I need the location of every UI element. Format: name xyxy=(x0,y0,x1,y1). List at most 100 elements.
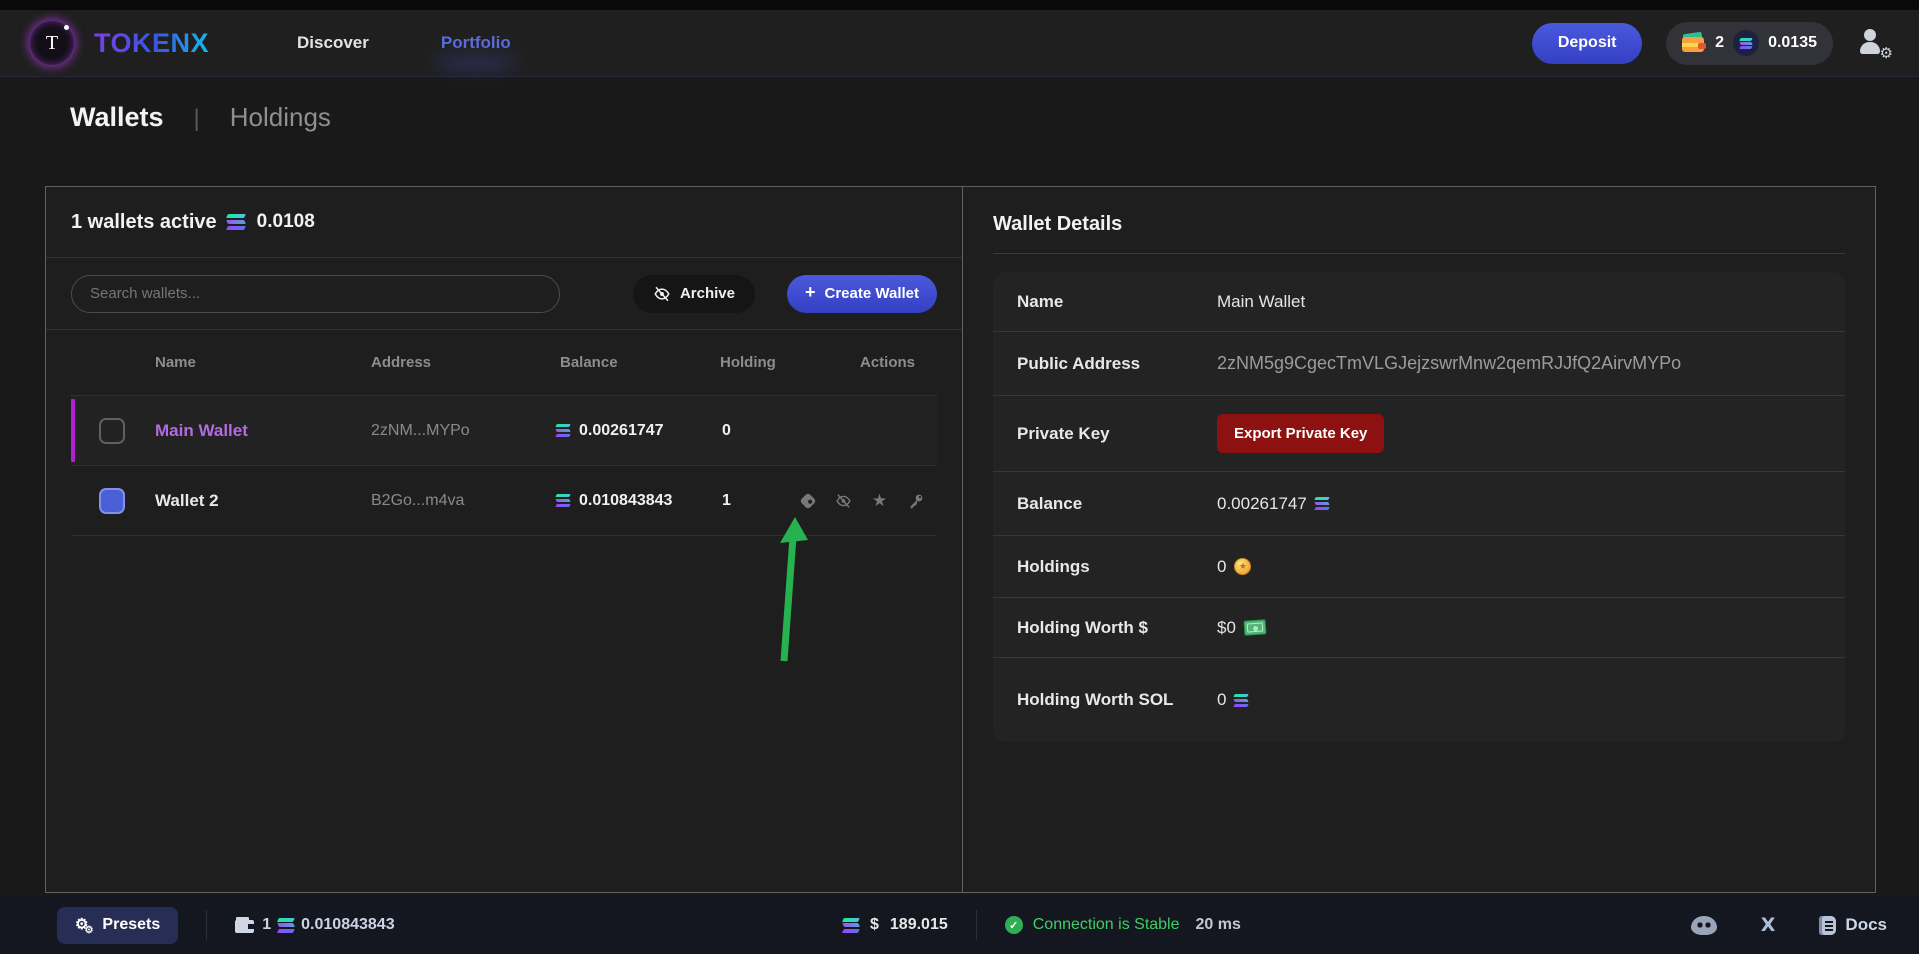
address-label: Public Address xyxy=(1017,351,1217,377)
worth-usd-label: Holding Worth $ xyxy=(1017,615,1217,641)
wallets-active-sol: 0.0108 xyxy=(257,211,315,233)
gears-icon: ⚙⚙ xyxy=(75,917,93,933)
wallet-address: 2zNM...MYPo xyxy=(367,422,556,440)
sol-icon xyxy=(1315,497,1329,510)
nav-discover[interactable]: Discover xyxy=(297,33,369,53)
sol-icon xyxy=(556,424,570,437)
tab-wallets[interactable]: Wallets xyxy=(70,102,164,133)
detail-row-name: Name Main Wallet xyxy=(993,272,1845,332)
sol-icon xyxy=(1740,38,1752,49)
table-header: Name Address Balance Holding Actions xyxy=(71,330,937,396)
balance-value: 0.00261747 xyxy=(1217,494,1821,514)
col-name: Name xyxy=(151,354,367,371)
statusbar-wallets: 1 0.010843843 xyxy=(235,916,394,934)
worth-usd-number: $0 xyxy=(1217,618,1236,638)
wallet-name[interactable]: Wallet 2 xyxy=(151,491,367,511)
wallet-balance-value: 0.00261747 xyxy=(579,422,664,440)
detail-row-balance: Balance 0.00261747 xyxy=(993,472,1845,536)
deposit-button[interactable]: Deposit xyxy=(1532,23,1642,64)
archive-button[interactable]: Archive xyxy=(633,275,755,313)
wallet-holding: 0 xyxy=(716,422,799,440)
top-strip xyxy=(0,0,1919,10)
detail-row-private-key: Private Key Export Private Key xyxy=(993,396,1845,472)
presets-label: Presets xyxy=(102,916,160,934)
tag-icon[interactable] xyxy=(799,492,816,509)
balance-label: Balance xyxy=(1017,491,1217,517)
wallets-controls: Archive + Create Wallet xyxy=(46,258,962,330)
wallets-summary: 1 wallets active 0.0108 xyxy=(46,187,962,258)
money-bill-icon xyxy=(1243,619,1266,635)
wallet-summary-pill[interactable]: 2 0.0135 xyxy=(1666,22,1833,65)
details-divider xyxy=(993,253,1845,254)
details-title: Wallet Details xyxy=(993,213,1845,236)
latency-value: 20 ms xyxy=(1196,916,1241,934)
price-value: 189.015 xyxy=(890,916,948,934)
col-address: Address xyxy=(367,354,556,371)
export-private-key-button[interactable]: Export Private Key xyxy=(1217,414,1384,453)
gear-icon: ⚙ xyxy=(1880,44,1893,62)
wallet-balance: 0.010843843 xyxy=(556,492,716,510)
detail-row-worth-usd: Holding Worth $ $0 xyxy=(993,598,1845,658)
discord-icon[interactable] xyxy=(1691,916,1717,935)
row-actions: ★ xyxy=(799,492,952,509)
worth-sol-number: 0 xyxy=(1217,690,1226,710)
navbar-right: Deposit 2 0.0135 ⚙ xyxy=(1532,22,1889,65)
nav-portfolio[interactable]: Portfolio xyxy=(441,33,511,53)
hide-wallet-icon[interactable] xyxy=(835,492,852,509)
row-checkbox[interactable] xyxy=(99,488,125,514)
wallet-emoji-icon xyxy=(1682,33,1706,53)
main-container: 1 wallets active 0.0108 Archive + Create… xyxy=(45,186,1876,893)
worth-sol-value: 0 xyxy=(1217,690,1821,710)
wallet-balance: 0.00261747 xyxy=(556,422,716,440)
app-logo[interactable]: T xyxy=(30,21,74,65)
price-symbol: $ xyxy=(870,916,879,934)
check-icon: ✓ xyxy=(1005,916,1023,934)
sol-icon xyxy=(278,918,294,933)
app-root: { "navbar": { "logo_letter": "T", "brand… xyxy=(0,0,1919,954)
sol-icon xyxy=(1234,694,1248,707)
export-key-icon[interactable] xyxy=(907,492,924,509)
details-card: Name Main Wallet Public Address 2zNM5g9C… xyxy=(993,272,1845,742)
x-twitter-icon[interactable]: X xyxy=(1761,914,1776,936)
annotation-arrow xyxy=(770,513,818,668)
wallet-count: 2 xyxy=(1715,34,1724,52)
create-wallet-label: Create Wallet xyxy=(825,285,919,302)
detail-row-worth-sol: Holding Worth SOL 0 xyxy=(993,658,1845,742)
docs-label: Docs xyxy=(1845,915,1887,935)
connection-status: ✓ Connection is Stable 20 ms xyxy=(1005,916,1241,934)
col-actions: Actions xyxy=(799,354,937,371)
wallet-name[interactable]: Main Wallet xyxy=(151,421,367,441)
table-row[interactable]: Wallet 2 B2Go...m4va 0.010843843 1 xyxy=(71,466,937,536)
logo-letter: T xyxy=(46,32,58,55)
archive-label: Archive xyxy=(680,285,735,302)
search-input[interactable] xyxy=(71,275,560,313)
favorite-star-icon[interactable]: ★ xyxy=(871,492,888,509)
presets-button[interactable]: ⚙⚙ Presets xyxy=(57,907,178,944)
sol-badge xyxy=(1733,30,1759,56)
row-checkbox[interactable] xyxy=(99,418,125,444)
create-wallet-button[interactable]: + Create Wallet xyxy=(787,275,937,313)
account-settings-icon[interactable]: ⚙ xyxy=(1857,28,1889,58)
wallet-holding: 1 xyxy=(716,492,799,510)
statusbar-wallet-balance: 0.010843843 xyxy=(301,916,394,934)
navbar: T TOKENX Discover Portfolio Deposit 2 0.… xyxy=(0,10,1919,77)
wallet-sol-balance: 0.0135 xyxy=(1768,34,1817,52)
tab-separator: | xyxy=(194,105,200,133)
docs-link[interactable]: Docs xyxy=(1819,915,1887,935)
holdings-value: 0 xyxy=(1217,557,1821,577)
table-row[interactable]: Main Wallet 2zNM...MYPo 0.00261747 0 xyxy=(71,396,937,466)
sol-price: $ 189.015 xyxy=(843,916,948,934)
sol-icon xyxy=(556,494,570,507)
status-bar: ⚙⚙ Presets 1 0.010843843 $ 189.015 ✓ Con… xyxy=(0,896,1919,954)
plus-icon: + xyxy=(805,282,816,303)
statusbar-links: X Docs xyxy=(1691,896,1887,954)
wallet-balance-value: 0.010843843 xyxy=(579,492,672,510)
divider xyxy=(206,910,207,940)
worth-usd-value: $0 xyxy=(1217,618,1821,638)
col-holding: Holding xyxy=(716,354,799,371)
sol-icon xyxy=(227,214,245,230)
selected-indicator xyxy=(71,399,75,462)
eye-off-icon xyxy=(653,285,671,303)
nav-links: Discover Portfolio xyxy=(297,33,511,53)
tab-holdings[interactable]: Holdings xyxy=(230,102,331,133)
